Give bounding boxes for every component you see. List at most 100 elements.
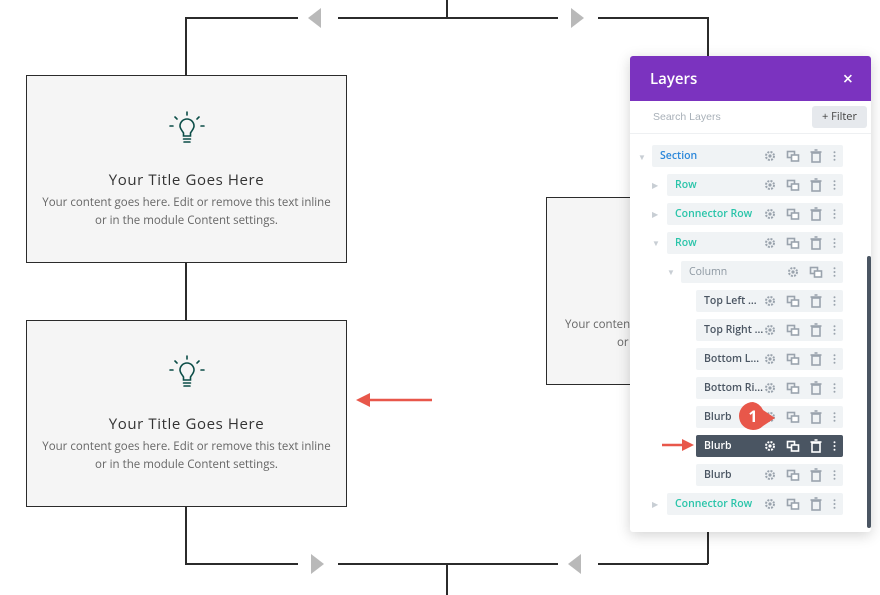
- layer-actions: [763, 439, 837, 453]
- gear-icon[interactable]: [763, 439, 777, 453]
- connector-line: [598, 563, 708, 565]
- duplicate-icon[interactable]: [786, 178, 800, 192]
- gear-icon[interactable]: [786, 265, 800, 279]
- duplicate-icon[interactable]: [786, 381, 800, 395]
- gear-icon[interactable]: [763, 323, 777, 337]
- caret-down-icon[interactable]: ▼: [667, 267, 675, 278]
- filter-button[interactable]: + Filter: [812, 106, 867, 128]
- blurb-body-line: Your content goes here. Edit or remove t…: [42, 439, 331, 454]
- layer-label: Row: [675, 236, 697, 250]
- connector-line: [338, 17, 558, 19]
- more-icon[interactable]: [832, 294, 837, 308]
- trash-icon[interactable]: [809, 236, 823, 250]
- layer-actions: [763, 381, 837, 395]
- blurb-body: Your content goes here. Edit or remove t…: [41, 194, 332, 230]
- caret-down-icon[interactable]: ▼: [652, 238, 660, 249]
- more-icon[interactable]: [832, 178, 837, 192]
- duplicate-icon[interactable]: [809, 265, 823, 279]
- layers-panel: Layers × + Filter ▼ ▶ ▶ ▼ ▼ ▶ Section Ro…: [630, 56, 871, 532]
- more-icon[interactable]: [832, 497, 837, 511]
- layer-item-row[interactable]: Connector Row: [667, 203, 843, 225]
- gear-icon[interactable]: [763, 207, 777, 221]
- layer-item-module[interactable]: Bottom Ri...: [696, 377, 843, 399]
- more-icon[interactable]: [832, 352, 837, 366]
- connector-line: [707, 530, 709, 564]
- trash-icon[interactable]: [809, 207, 823, 221]
- duplicate-icon[interactable]: [786, 439, 800, 453]
- caret-down-icon[interactable]: ▼: [638, 152, 646, 163]
- caret-right-icon[interactable]: ▶: [652, 209, 658, 220]
- blurb-title: Your Title Goes Here: [108, 414, 265, 434]
- layer-label: Section: [660, 149, 698, 163]
- more-icon[interactable]: [832, 381, 837, 395]
- trash-icon[interactable]: [809, 410, 823, 424]
- gear-icon[interactable]: [763, 178, 777, 192]
- layer-item-module[interactable]: Bottom L...: [696, 348, 843, 370]
- more-icon[interactable]: [832, 149, 837, 163]
- layer-item-row[interactable]: Row: [667, 174, 843, 196]
- layer-item-row[interactable]: Connector Row: [667, 493, 843, 515]
- duplicate-icon[interactable]: [786, 207, 800, 221]
- scrollbar[interactable]: [867, 256, 871, 528]
- gear-icon[interactable]: [763, 381, 777, 395]
- lightbulb-icon: [168, 355, 205, 387]
- more-icon[interactable]: [832, 468, 837, 482]
- more-icon[interactable]: [832, 236, 837, 250]
- layer-item-column[interactable]: Column: [681, 261, 843, 283]
- duplicate-icon[interactable]: [786, 149, 800, 163]
- trash-icon[interactable]: [809, 149, 823, 163]
- layer-item-row[interactable]: Row: [667, 232, 843, 254]
- blurb-module[interactable]: Your Title Goes Here Your content goes h…: [26, 75, 347, 263]
- blurb-body: Your conten or: [565, 316, 630, 352]
- layer-label: Column: [689, 265, 728, 279]
- gear-icon[interactable]: [763, 294, 777, 308]
- layer-item-module[interactable]: Blurb: [696, 464, 843, 486]
- caret-right-icon[interactable]: ▶: [652, 180, 658, 191]
- layer-item-section[interactable]: Section: [652, 145, 843, 167]
- trash-icon[interactable]: [809, 468, 823, 482]
- duplicate-icon[interactable]: [786, 468, 800, 482]
- blurb-module[interactable]: Your Title Goes Here Your content goes h…: [26, 320, 347, 507]
- more-icon[interactable]: [832, 410, 837, 424]
- layer-actions: [763, 352, 837, 366]
- more-icon[interactable]: [832, 439, 837, 453]
- trash-icon[interactable]: [809, 294, 823, 308]
- caret-right-icon[interactable]: ▶: [652, 499, 658, 510]
- gear-icon[interactable]: [763, 497, 777, 511]
- gear-icon[interactable]: [763, 352, 777, 366]
- duplicate-icon[interactable]: [786, 294, 800, 308]
- trash-icon[interactable]: [809, 352, 823, 366]
- step-number: 1: [748, 405, 758, 427]
- duplicate-icon[interactable]: [786, 410, 800, 424]
- layer-label: Top Right ...: [704, 323, 764, 337]
- duplicate-icon[interactable]: [786, 352, 800, 366]
- layer-label: Blurb: [704, 468, 732, 482]
- close-icon[interactable]: ×: [843, 67, 853, 91]
- gear-icon[interactable]: [763, 149, 777, 163]
- panel-title: Layers: [650, 69, 698, 89]
- trash-icon[interactable]: [809, 497, 823, 511]
- blurb-body-line: Your conten: [565, 317, 631, 332]
- layer-actions: [763, 236, 837, 250]
- more-icon[interactable]: [832, 265, 837, 279]
- layer-item-module[interactable]: Top Left ...: [696, 290, 843, 312]
- trash-icon[interactable]: [809, 439, 823, 453]
- connector-line: [185, 17, 187, 75]
- search-input[interactable]: [630, 101, 810, 133]
- more-icon[interactable]: [832, 323, 837, 337]
- trash-icon[interactable]: [809, 323, 823, 337]
- layer-label: Blurb: [704, 410, 732, 424]
- duplicate-icon[interactable]: [786, 236, 800, 250]
- duplicate-icon[interactable]: [786, 323, 800, 337]
- gear-icon[interactable]: [763, 468, 777, 482]
- blurb-body-line: or in the module Content settings.: [95, 457, 278, 472]
- divider: [630, 133, 871, 134]
- trash-icon[interactable]: [809, 178, 823, 192]
- more-icon[interactable]: [832, 207, 837, 221]
- layer-actions: [763, 323, 837, 337]
- layer-item-module-selected[interactable]: Blurb: [696, 435, 843, 457]
- trash-icon[interactable]: [809, 381, 823, 395]
- layer-item-module[interactable]: Top Right ...: [696, 319, 843, 341]
- duplicate-icon[interactable]: [786, 497, 800, 511]
- gear-icon[interactable]: [763, 236, 777, 250]
